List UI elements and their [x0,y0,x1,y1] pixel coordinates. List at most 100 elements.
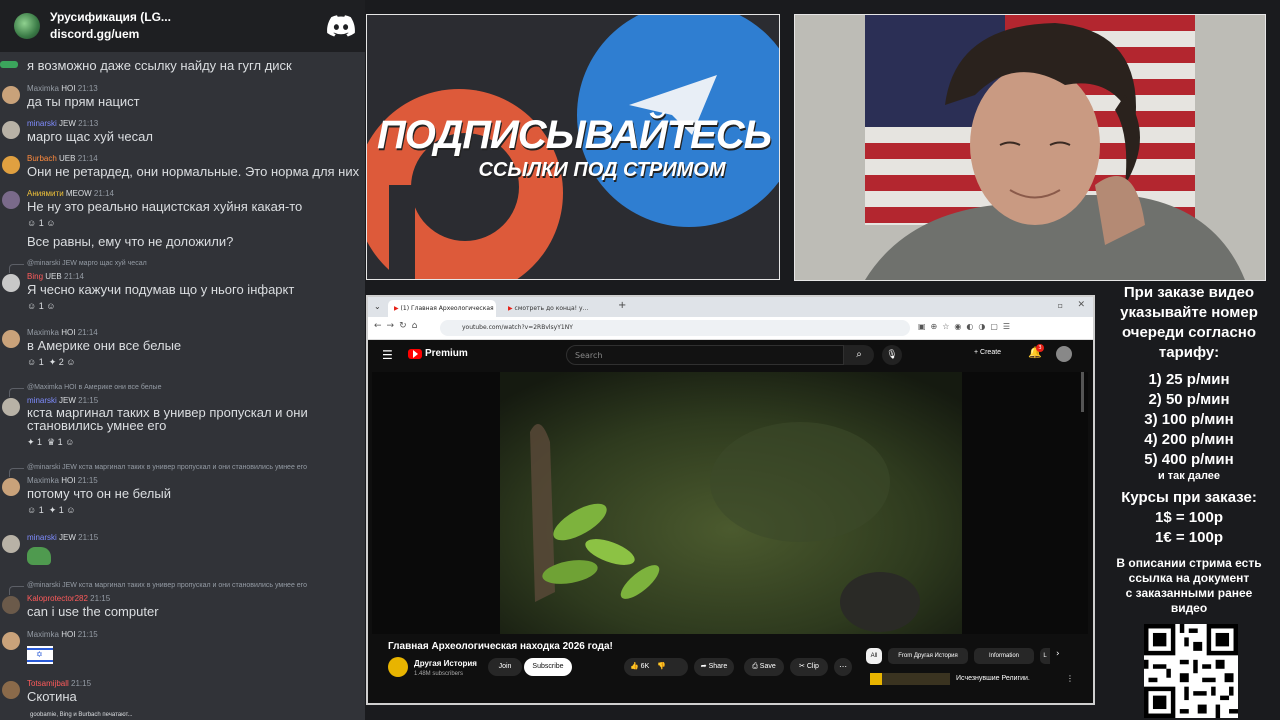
avatar [2,632,20,650]
price-3: 3) 100 р/мин [1144,411,1234,428]
timestamp: 21:13 [77,84,98,93]
price-1: 1) 25 р/мин [1148,371,1230,388]
reaction-count: 2 [58,357,64,367]
thumbs-down-icon[interactable]: 👎 [657,663,666,670]
pepe-emoji [27,547,51,565]
channel-name[interactable]: Другая История [414,659,477,668]
share-label: Share [708,663,728,670]
reaction[interactable]: ☺ 1 ✦ 1 ☺ [27,505,75,516]
chip-more[interactable]: L [1040,648,1050,664]
message-text: can i use the computer [27,604,159,619]
reply-text: кста маргинал таких в универ пропускал и… [78,582,307,589]
rec-thumbnail[interactable] [870,673,950,685]
reply-badge: JEW [62,260,77,267]
scissors-icon: ✂ [799,663,805,670]
minimize-icon[interactable]: ▫ [1058,301,1063,310]
reaction-count: 1 [38,505,44,515]
reaction[interactable]: ✦ 1 ♛ 1 ☺ [27,437,74,448]
username: Burbach [27,154,57,163]
extension-icons[interactable]: ▣⊕☆◉◐◑▢☰ [918,322,1015,331]
username: minarski [27,119,57,128]
reaction[interactable]: ☺ 1 ☺ [27,301,55,311]
chat-header: Урусификация (LG... discord.gg/uem [0,0,365,52]
close-window-icon[interactable]: ✕ [1077,300,1085,310]
chip-information[interactable]: Information [974,648,1034,664]
scrollbar[interactable] [1081,372,1084,412]
avatar [0,61,18,68]
browser-window: ⌄ ▶ (1) Главная Археологическая × ▶ смот… [366,295,1095,705]
menu-icon[interactable]: ☰ [382,348,393,362]
promo-title: ПОДПИСЫВАЙТЕСЬ [376,113,772,157]
more-actions-icon[interactable]: ⋯ [834,658,852,676]
promo-panel: ПОДПИСЫВАЙТЕСЬ ССЫЛКИ ПОД СТРИМОМ [366,14,780,280]
timestamp: 21:15 [77,630,98,639]
save-button[interactable]: ⎙ Save [744,658,784,676]
youtube-tab-icon: ▶ [508,305,513,312]
tab-2[interactable]: ▶ смотреть до конца! у... [502,300,610,317]
role-badge: UEB [45,272,62,281]
tab-1-label: (1) Главная Археологическая [400,305,494,312]
tab-list-icon[interactable]: ⌄ [374,302,381,311]
rec-more-icon[interactable]: ⋮ [1066,674,1074,683]
reply-preview[interactable]: @minarski JEW марго щас хуй чесал [9,260,147,273]
avatar [2,274,20,292]
share-button[interactable]: ➦ Share [694,658,734,676]
subscribe-button[interactable]: Subscribe [524,658,572,676]
address-bar[interactable]: youtube.com/watch?v=2RBvlsyY1NY [440,320,910,336]
avatar [2,535,20,553]
search-icon[interactable]: ⌕ [844,345,874,365]
video-player[interactable] [372,372,1088,634]
server-icon [14,13,40,39]
timestamp: 21:14 [77,154,98,163]
nav-icons[interactable]: ←→↻⌂ [374,321,422,331]
reply-preview[interactable]: @minarski JEW кста маргинал таких в унив… [9,464,307,477]
toolbar: ←→↻⌂ youtube.com/watch?v=2RBvlsyY1NY ▣⊕☆… [368,317,1093,340]
chip-all[interactable]: All [866,648,882,664]
reaction[interactable]: ☺ 1 ☺ [27,218,55,228]
message-text: Скотина [27,689,77,704]
mic-icon[interactable]: 🎙 [882,345,902,365]
reaction[interactable]: ☺ 1 ✦ 2 ☺ [27,357,75,368]
tab-bar: ⌄ ▶ (1) Главная Археологическая × ▶ смот… [368,297,1093,317]
rec-title[interactable]: Исчезнувшие Религии. [956,675,1030,682]
clip-label: Clip [806,663,819,670]
tab-1[interactable]: ▶ (1) Главная Археологическая × [388,300,496,317]
timestamp: 21:14 [77,328,98,337]
reaction-count: 1 [38,357,44,367]
video-frame [500,372,962,634]
chevron-right-icon[interactable]: › [1056,649,1060,659]
new-tab-button[interactable]: + [618,300,626,311]
join-button[interactable]: Join [488,658,522,676]
chat-overlay: Урусификация (LG... discord.gg/uem я воз… [0,0,365,720]
reply-text: кста маргинал таких в универ пропускал и… [78,464,307,471]
qr-code[interactable] [1144,624,1238,718]
order-intro-2: указывайте номер [1120,304,1258,321]
search-input[interactable]: Search [566,345,844,365]
avatar [2,596,20,614]
username: Maximka [27,328,60,337]
promo-subtitle: ССЫЛКИ ПОД СТРИМОМ [478,159,726,181]
role-badge: JEW [59,533,76,542]
create-button[interactable]: + Create [974,349,1001,356]
message-text: Я чесно кажучи подумав що у нього інфарк… [27,282,295,297]
reply-preview[interactable]: @minarski JEW кста маргинал таких в унив… [9,582,307,595]
reply-text: в Америке они все белые [78,384,162,391]
chip-channel[interactable]: From Другая История [888,648,968,664]
clip-button[interactable]: ✂ Clip [790,658,828,676]
username: Maximka [27,84,60,93]
username: Kaloprotector282 [27,594,88,603]
like-button[interactable]: 👍 6K 👎 [624,658,688,676]
order-intro-1: При заказе видео [1123,284,1255,301]
timestamp: 21:15 [71,679,92,688]
reply-preview[interactable]: @Maximka HOI в Америке они все белые [8,384,162,397]
account-avatar[interactable] [1056,346,1072,362]
note-1: В описании стрима есть [1116,556,1262,570]
notification-badge: 3 [1036,344,1044,352]
reply-badge: HOI [64,384,77,391]
avatar [2,330,20,348]
rate-eur: 1€ = 100р [1155,529,1223,546]
channel-avatar[interactable] [388,657,408,677]
message-text: становились умнее его [27,418,167,433]
reply-badge: JEW [62,464,77,471]
create-label: Create [980,349,1002,356]
